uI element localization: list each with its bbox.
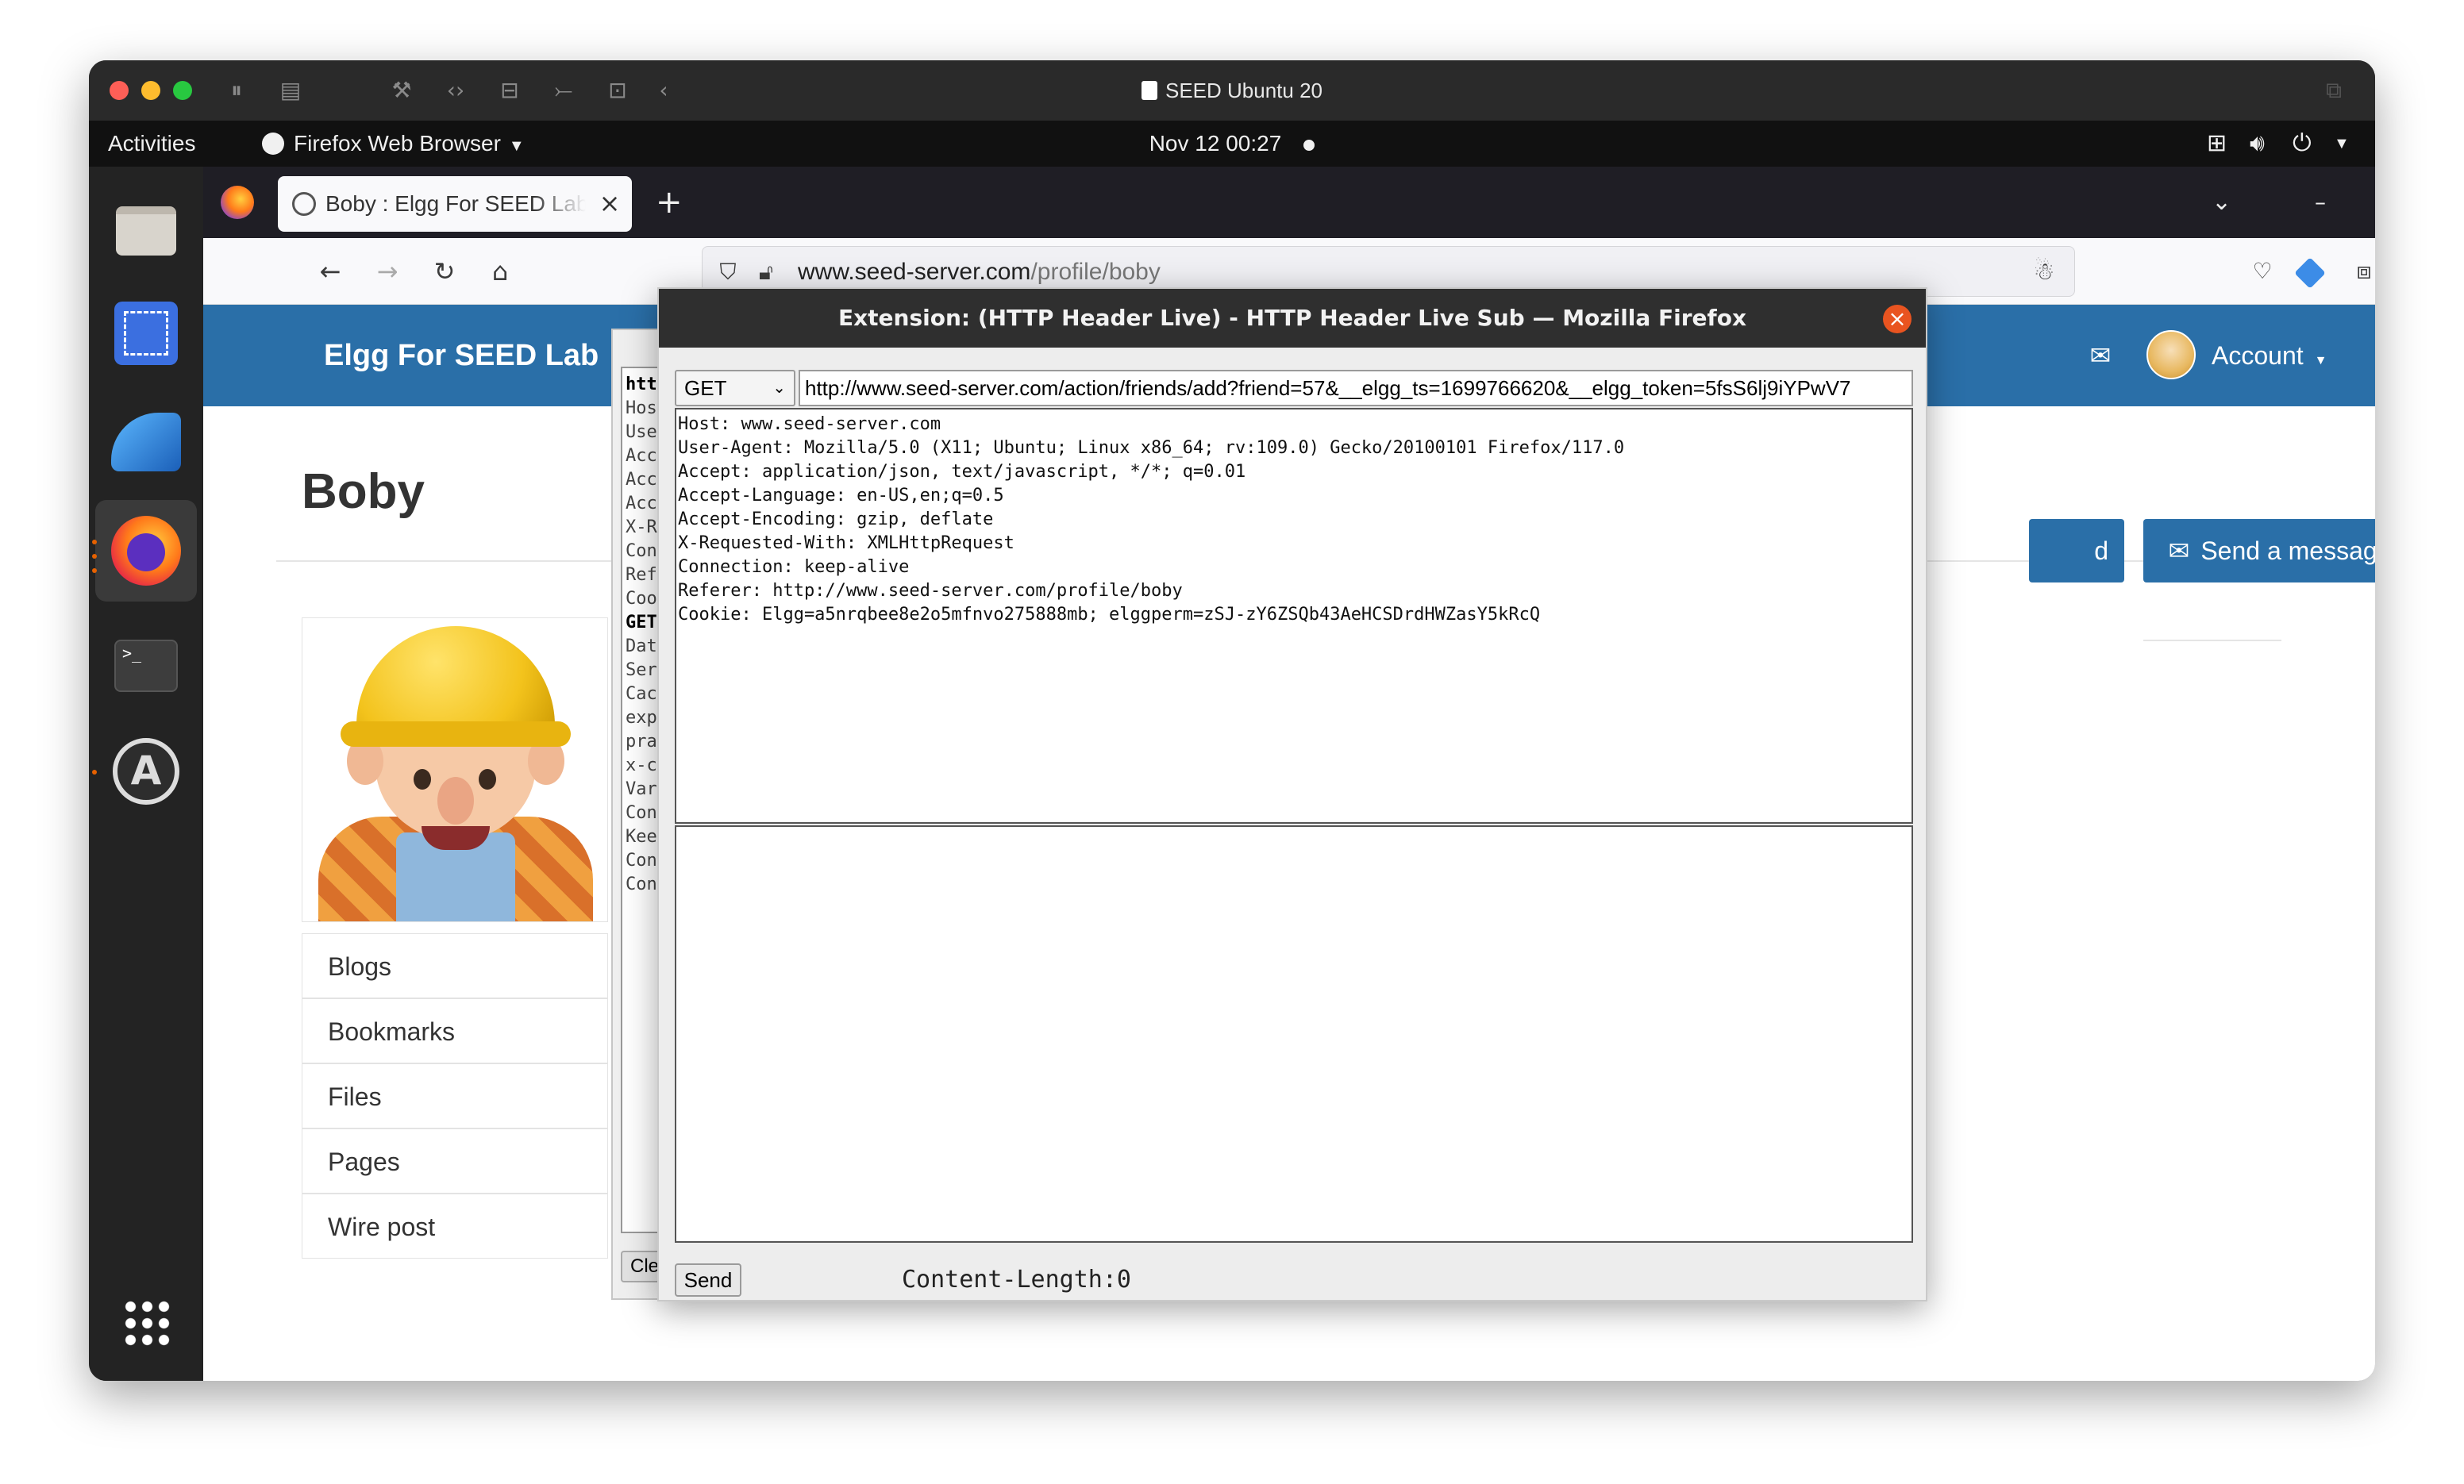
- tab-favicon-icon: [292, 192, 316, 216]
- reader-mode-icon[interactable]: ☃: [2028, 256, 2060, 288]
- vm-titlebar: ⏸ ▤ ⚒ ‹› ⊟ ⤚ ⊡ ‹ SEED Ubuntu 20 ⧉: [89, 60, 2375, 121]
- menu-item-label: Wire post: [328, 1213, 436, 1241]
- wireshark-icon[interactable]: [103, 397, 189, 482]
- menu-item-blogs[interactable]: Blogs: [302, 933, 608, 998]
- header-line: Accept: application/json, text/javascrip…: [678, 462, 1246, 482]
- content-length: Content-Length:0: [902, 1266, 1131, 1294]
- extension-title-bar: Extension: (HTTP Header Live) - HTTP Hea…: [659, 289, 1926, 348]
- header-live-sub-window: Extension: (HTTP Header Live) - HTTP Hea…: [657, 287, 1927, 1301]
- header-line: Cookie: Elgg=a5nrqbee8e2o5mfnvo275888mb;…: [678, 605, 1541, 625]
- gnome-top-bar: Activities Firefox Web Browser ▼ Nov 12 0…: [89, 121, 2375, 167]
- tracking-shield-icon[interactable]: ⛉: [712, 256, 744, 288]
- headers-textarea[interactable]: Host: www.seed-server.com User-Agent: Moz…: [675, 408, 1913, 824]
- show-apps-icon[interactable]: [103, 1279, 189, 1365]
- avatar[interactable]: [2146, 330, 2196, 379]
- tab-close-icon[interactable]: ×: [594, 187, 626, 219]
- clock-text: Nov 12 00:27: [1149, 131, 1282, 156]
- url-input[interactable]: http://www.seed-server.com/action/friend…: [799, 370, 1913, 406]
- header-line: Host: www.seed-server.com: [678, 414, 941, 434]
- notification-dot-icon: [1303, 139, 1315, 151]
- menu-item-label: Pages: [328, 1148, 400, 1176]
- reload-icon[interactable]: ↻: [429, 256, 460, 287]
- firefox-small-icon: [262, 132, 284, 155]
- forward-icon[interactable]: →: [372, 256, 403, 287]
- headers-textarea-lines: Host: www.seed-server.com User-Agent: Moz…: [676, 409, 1912, 627]
- fullscreen-icon[interactable]: ⧉: [2320, 76, 2348, 105]
- extension-cube-icon[interactable]: [2294, 257, 2326, 289]
- running-indicator-icon: [92, 554, 97, 559]
- files-icon[interactable]: [103, 186, 189, 271]
- menu-item-wire-post[interactable]: Wire post: [302, 1194, 608, 1259]
- envelope-icon: ✉: [2168, 536, 2190, 565]
- network-icon[interactable]: ⊞: [2207, 127, 2227, 160]
- firefox-icon[interactable]: [95, 500, 197, 602]
- caret-down-icon: ▼: [508, 137, 525, 155]
- header-line: Accept-Language: en-US,en;q=0.5: [678, 486, 1004, 506]
- extension-title: Extension: (HTTP Header Live) - HTTP Hea…: [837, 305, 1747, 331]
- header-line: User-Agent: Mozilla/5.0 (X11; Ubuntu; Li…: [678, 438, 1625, 458]
- profile-avatar-image: [302, 617, 608, 922]
- add-friend-button[interactable]: d: [2029, 519, 2124, 582]
- pocket-icon[interactable]: ♡: [2246, 256, 2278, 287]
- minimize-icon[interactable]: –: [2315, 184, 2326, 221]
- system-menu-caret-icon[interactable]: ▼: [2334, 127, 2350, 160]
- software-updater-icon[interactable]: A: [103, 729, 189, 814]
- header-line: Accept-Encoding: gzip, deflate: [678, 509, 994, 529]
- tab-title: Boby : Elgg For SEED Lab: [325, 191, 586, 216]
- extensions-icon[interactable]: ⧈: [2348, 256, 2375, 287]
- screenshot-icon[interactable]: [103, 290, 189, 376]
- activities-button[interactable]: Activities: [108, 121, 195, 167]
- terminal-icon[interactable]: >_: [103, 621, 189, 706]
- profile-name: Boby: [302, 464, 425, 519]
- method-select[interactable]: GET ⌄: [675, 370, 795, 406]
- method-select-value: GET: [684, 376, 727, 400]
- running-indicator-icon: [92, 540, 97, 544]
- dock: >_ A: [89, 167, 203, 1381]
- running-indicator-icon: [92, 770, 97, 775]
- insecure-lock-icon[interactable]: 🔓︎: [750, 256, 782, 288]
- menu-item-files[interactable]: Files: [302, 1063, 608, 1128]
- header-line: Referer: http://www.seed-server.com/prof…: [678, 581, 1183, 601]
- url-input-value: http://www.seed-server.com/action/friend…: [805, 376, 1851, 400]
- send-message-label: Send a message: [2200, 536, 2375, 565]
- clear-button-label: Cle: [630, 1255, 660, 1277]
- send-message-button[interactable]: ✉ Send a message: [2143, 519, 2375, 582]
- body-textarea[interactable]: [675, 825, 1913, 1243]
- tab-active[interactable]: Boby : Elgg For SEED Lab ×: [278, 176, 632, 232]
- menu-item-label: Bookmarks: [328, 1017, 456, 1046]
- send-button[interactable]: Send: [675, 1263, 741, 1297]
- account-label: Account: [2212, 341, 2304, 370]
- header-line: X-Requested-With: XMLHttpRequest: [678, 533, 1014, 553]
- header-line: Connection: keep-alive: [678, 557, 910, 577]
- new-tab-icon[interactable]: +: [656, 184, 683, 221]
- vm-title-text: SEED Ubuntu 20: [1165, 79, 1322, 102]
- app-menu-label: Firefox Web Browser: [294, 131, 501, 156]
- menu-item-label: Blogs: [328, 952, 392, 981]
- tab-bar: Boby : Elgg For SEED Lab × + ⌄ – ⧉ ×: [203, 167, 2375, 238]
- list-tabs-chevron-icon[interactable]: ⌄: [2212, 184, 2231, 221]
- close-popup-icon[interactable]: ×: [1883, 305, 1912, 333]
- back-icon[interactable]: ←: [314, 256, 346, 287]
- account-menu[interactable]: Account ▼: [2212, 305, 2327, 406]
- add-friend-partial-label: d: [2094, 536, 2108, 565]
- menu-item-bookmarks[interactable]: Bookmarks: [302, 998, 608, 1063]
- home-icon[interactable]: ⌂: [484, 256, 516, 287]
- send-button-label: Send: [683, 1268, 733, 1292]
- chevron-down-icon: ⌄: [772, 379, 786, 397]
- running-indicator-icon: [92, 568, 97, 573]
- power-icon[interactable]: ⏻: [2293, 127, 2312, 160]
- app-menu[interactable]: Firefox Web Browser ▼: [262, 121, 525, 169]
- site-name[interactable]: Elgg For SEED Lab: [324, 305, 599, 406]
- menu-item-pages[interactable]: Pages: [302, 1128, 608, 1194]
- menu-item-label: Files: [328, 1082, 382, 1111]
- document-icon: [1141, 81, 1157, 101]
- mail-icon[interactable]: ✉: [2085, 340, 2116, 371]
- vm-title: SEED Ubuntu 20: [89, 60, 2375, 121]
- url-path: /profile/boby: [1030, 259, 1161, 285]
- url-domain: www.seed-server.com: [798, 259, 1031, 285]
- caret-down-icon: ▼: [2314, 354, 2327, 367]
- right-divider: [2143, 640, 2281, 641]
- volume-icon[interactable]: 🔊︎: [2250, 127, 2265, 160]
- firefox-view-icon[interactable]: [221, 186, 254, 219]
